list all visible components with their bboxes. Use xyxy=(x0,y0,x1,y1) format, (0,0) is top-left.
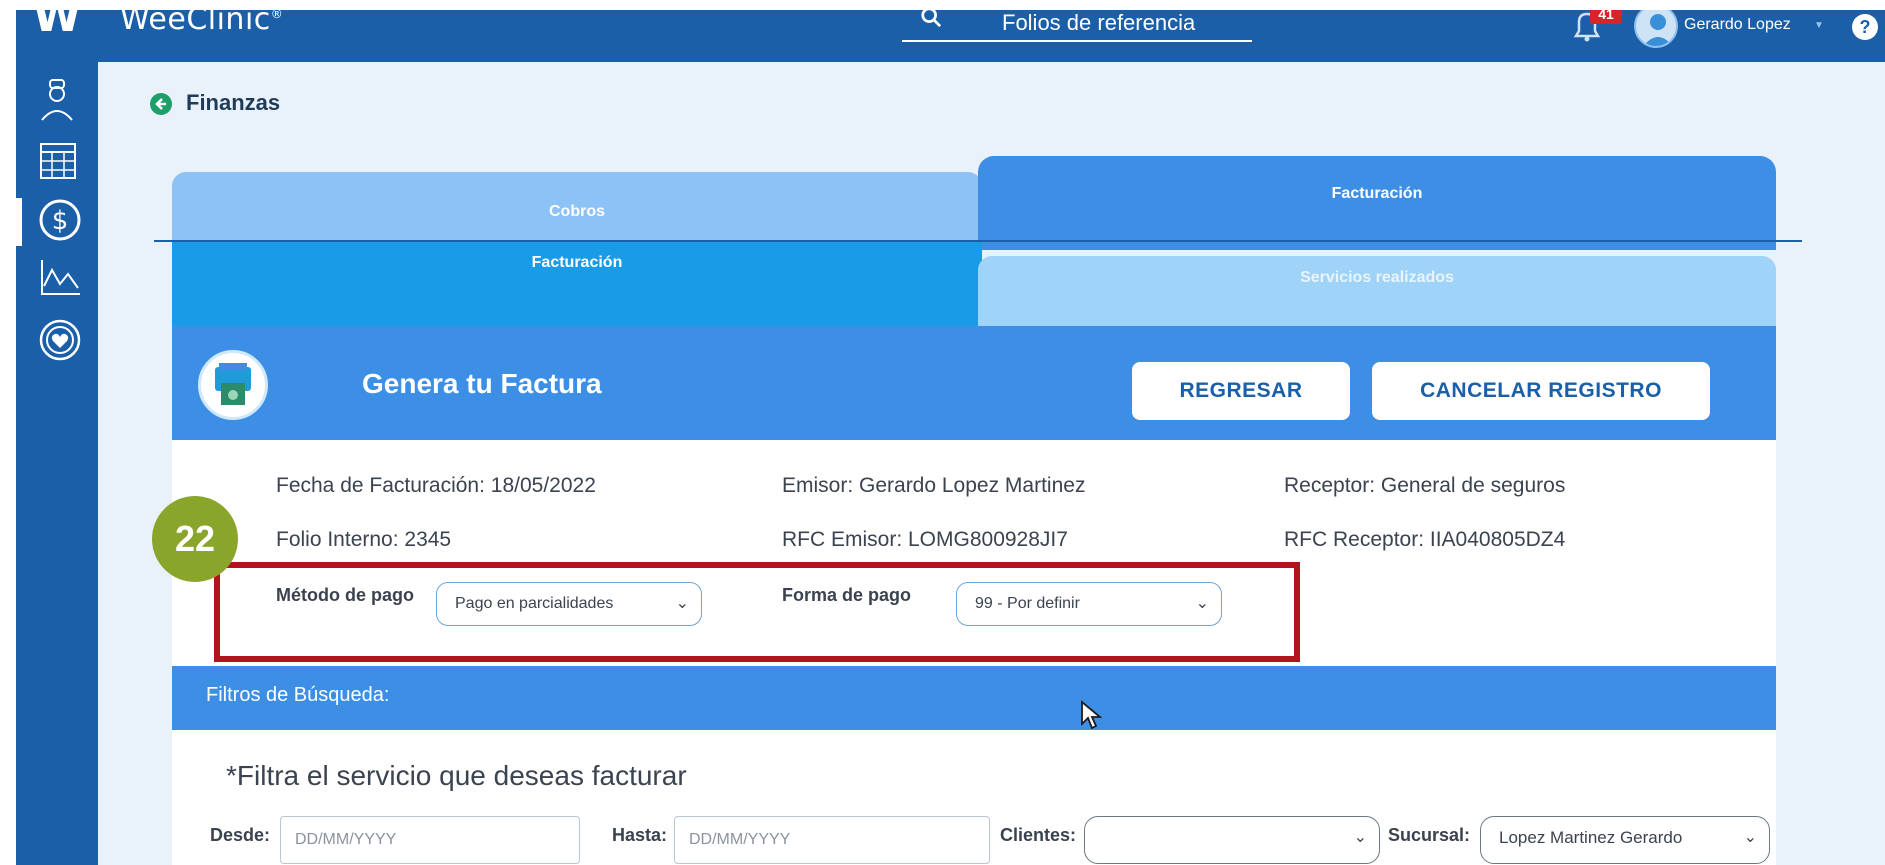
search-filters: *Filtra el servicio que deseas facturar … xyxy=(172,730,1776,865)
sidebar-item-health[interactable] xyxy=(16,310,98,370)
from-date-input[interactable]: DD/MM/YYYY xyxy=(280,816,580,864)
invoice-header: Genera tu Factura REGRESAR CANCELAR REGI… xyxy=(172,326,1776,440)
chevron-down-icon: ⌄ xyxy=(1743,829,1757,846)
sidebar: $ xyxy=(16,62,98,865)
sidebar-item-doctors[interactable] xyxy=(16,70,98,130)
user-avatar-icon xyxy=(1643,14,1673,46)
to-date-label: Hasta: xyxy=(612,825,668,845)
help-icon[interactable]: ? xyxy=(1852,14,1878,40)
dollar-icon: $ xyxy=(39,199,81,241)
subtab-servicios-realizados[interactable]: Servicios realizados xyxy=(978,256,1776,326)
calendar-icon xyxy=(40,143,76,179)
heart-icon xyxy=(39,319,81,361)
chart-icon xyxy=(41,260,80,295)
invoice-printer-icon xyxy=(198,350,268,420)
branch-select[interactable]: Lopez Martinez Gerardo ⌄ xyxy=(1480,816,1770,864)
issuer-rfc: RFC Emisor: LOMG800928JI7 xyxy=(782,528,1068,551)
filter-hint: *Filtra el servicio que deseas facturar xyxy=(226,760,687,791)
step-number-badge: 22 xyxy=(152,496,238,582)
invoice-date: Fecha de Facturación: 18/05/2022 xyxy=(276,474,596,497)
receiver: Receptor: General de seguros xyxy=(1284,474,1566,497)
user-name[interactable]: Gerardo Lopez xyxy=(1684,16,1791,34)
page-title: Finanzas xyxy=(186,90,281,115)
user-avatar[interactable] xyxy=(1634,10,1678,48)
search-filters-bar: Filtros de Búsqueda: xyxy=(172,666,1776,730)
subtab-facturacion[interactable]: Facturación xyxy=(172,242,982,326)
clients-label: Clientes: xyxy=(1000,825,1077,845)
reference-search[interactable]: Folios de referencia xyxy=(902,10,1252,42)
app-window: W WeeClinic® Folios de referencia 41 Ger… xyxy=(16,10,1885,865)
sidebar-item-reports[interactable] xyxy=(16,250,98,310)
notification-count-badge: 41 xyxy=(1590,10,1622,24)
to-date-input[interactable]: DD/MM/YYYY xyxy=(674,816,990,864)
weeclinic-logo-icon[interactable]: W xyxy=(16,10,98,42)
sidebar-item-finanzas[interactable]: $ xyxy=(16,190,98,250)
chevron-down-icon: ⌄ xyxy=(1353,829,1367,846)
top-bar: W WeeClinic® Folios de referencia 41 Ger… xyxy=(16,10,1885,62)
doctor-icon xyxy=(41,79,73,121)
branch-label: Sucursal: xyxy=(1388,825,1471,845)
svg-text:$: $ xyxy=(52,206,69,236)
search-icon[interactable] xyxy=(920,10,942,28)
clients-select[interactable]: ⌄ xyxy=(1084,816,1380,864)
receiver-rfc: RFC Receptor: IIA040805DZ4 xyxy=(1284,528,1566,551)
sidebar-item-calendar[interactable] xyxy=(16,130,98,190)
brand-name: WeeClinic® xyxy=(120,10,284,37)
cancel-registration-button[interactable]: CANCELAR REGISTRO xyxy=(1372,362,1710,420)
active-indicator xyxy=(16,198,22,246)
invoice-title: Genera tu Factura xyxy=(362,368,602,399)
branch-value: Lopez Martinez Gerardo xyxy=(1499,828,1683,847)
tab-facturacion[interactable]: Facturación xyxy=(978,156,1776,250)
from-date-label: Desde: xyxy=(210,825,271,845)
issuer: Emisor: Gerardo Lopez Martinez xyxy=(782,474,1086,497)
tutorial-highlight-box xyxy=(214,562,1300,662)
search-label: Folios de referencia xyxy=(1002,10,1196,35)
internal-folio: Folio Interno: 2345 xyxy=(276,528,452,551)
chevron-down-icon[interactable]: ▼ xyxy=(1814,20,1824,31)
mouse-cursor-icon xyxy=(1081,700,1102,730)
search-filters-title: Filtros de Búsqueda: xyxy=(206,684,390,706)
back-button[interactable]: REGRESAR xyxy=(1132,362,1350,420)
